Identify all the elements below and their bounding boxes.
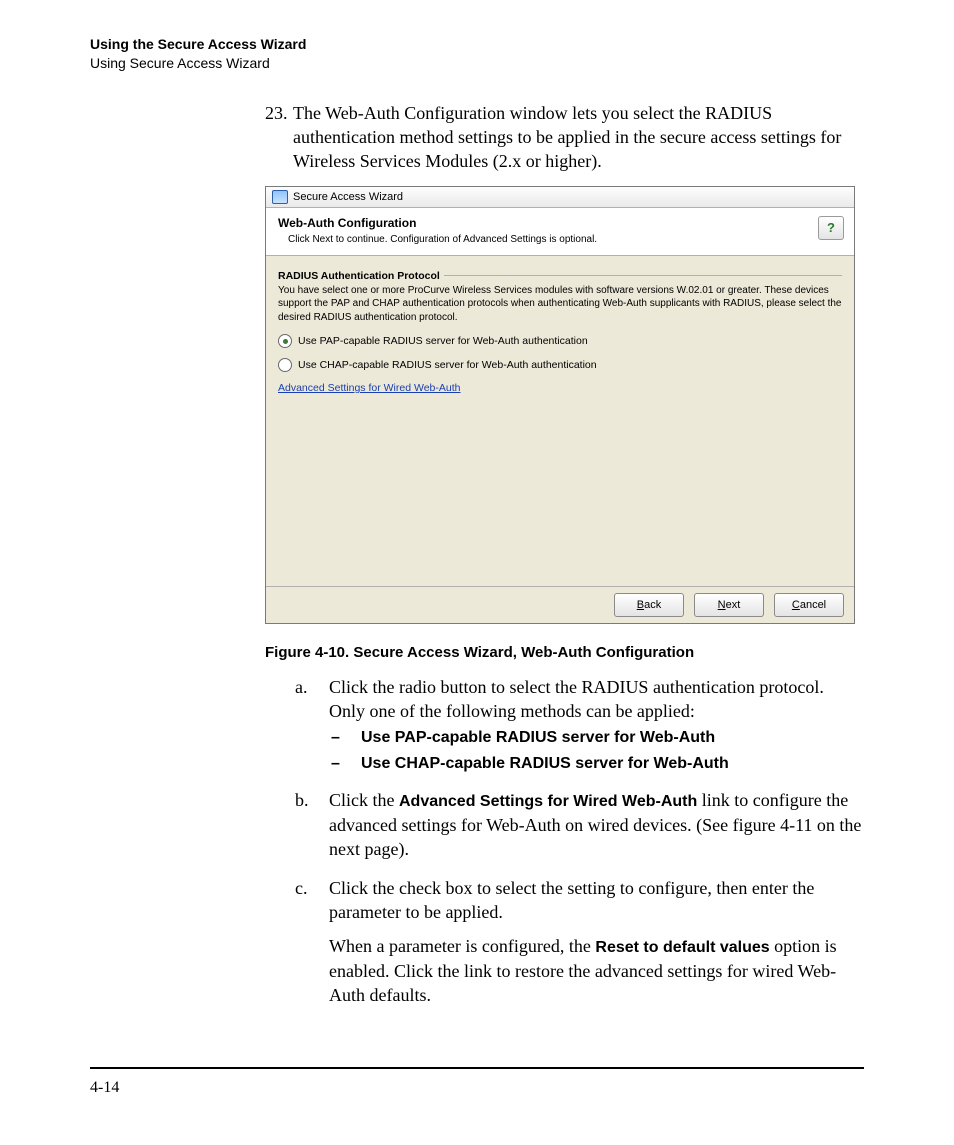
step-text: The Web-Auth Configuration window lets y… [293, 101, 864, 174]
monitor-icon [272, 190, 288, 204]
help-icon: ? [827, 220, 835, 235]
wizard-body: RADIUS Authentication Protocol You have … [266, 256, 854, 586]
item-a-text: Click the radio button to select the RAD… [329, 677, 824, 721]
radio-pap[interactable] [278, 334, 292, 348]
back-rest: ack [644, 599, 661, 611]
help-button[interactable]: ? [818, 216, 844, 240]
radio-chap-row[interactable]: Use CHAP-capable RADIUS server for Web-A… [278, 358, 842, 372]
wizard-panel-title: Web-Auth Configuration [278, 216, 842, 230]
item-c-text2-bold: Reset to default values [595, 939, 769, 956]
cancel-rest: ancel [800, 599, 826, 611]
item-b-label: b. [295, 788, 329, 861]
step-number: 23. [265, 101, 293, 174]
header-subtitle: Using Secure Access Wizard [90, 54, 864, 73]
item-a-label: a. [295, 675, 329, 775]
item-a-dash2: – Use CHAP-capable RADIUS server for Web… [329, 753, 864, 775]
back-underline: B [637, 599, 644, 611]
radio-pap-label: Use PAP-capable RADIUS server for Web-Au… [298, 335, 588, 347]
page-number: 4-14 [90, 1079, 864, 1097]
radio-chap[interactable] [278, 358, 292, 372]
item-b: b. Click the Advanced Settings for Wired… [295, 788, 864, 861]
wizard-footer: Back Next Cancel [266, 586, 854, 623]
wizard-titlebar: Secure Access Wizard [266, 187, 854, 208]
dash-icon: – [329, 727, 361, 749]
item-c-text1: Click the check box to select the settin… [329, 876, 864, 925]
radio-pap-row[interactable]: Use PAP-capable RADIUS server for Web-Au… [278, 334, 842, 348]
wizard-window-title: Secure Access Wizard [293, 191, 403, 203]
dash-icon: – [329, 753, 361, 775]
next-rest: ext [726, 599, 741, 611]
item-c-label: c. [295, 876, 329, 1008]
item-a: a. Click the radio button to select the … [295, 675, 864, 775]
radius-groupbox: RADIUS Authentication Protocol You have … [278, 266, 842, 395]
wizard-window: Secure Access Wizard Web-Auth Configurat… [265, 186, 855, 624]
item-b-pre: Click the [329, 790, 399, 810]
cancel-underline: C [792, 599, 800, 611]
header-title: Using the Secure Access Wizard [90, 35, 864, 54]
wizard-header-panel: Web-Auth Configuration Click Next to con… [266, 208, 854, 256]
next-underline: N [718, 599, 726, 611]
advanced-settings-link[interactable]: Advanced Settings for Wired Web-Auth [278, 382, 460, 394]
instruction-list: a. Click the radio button to select the … [295, 675, 864, 1008]
item-a-dash1-text: Use PAP-capable RADIUS server for Web-Au… [361, 727, 715, 749]
wizard-panel-subtitle: Click Next to continue. Configuration of… [288, 234, 842, 245]
item-a-dash2-text: Use CHAP-capable RADIUS server for Web-A… [361, 753, 729, 775]
groupbox-title: RADIUS Authentication Protocol [278, 270, 444, 282]
next-button[interactable]: Next [694, 593, 764, 617]
radio-chap-label: Use CHAP-capable RADIUS server for Web-A… [298, 359, 597, 371]
item-c-text2-pre: When a parameter is configured, the [329, 936, 595, 956]
figure-caption: Figure 4-10. Secure Access Wizard, Web-A… [265, 644, 864, 661]
back-button[interactable]: Back [614, 593, 684, 617]
item-c: c. Click the check box to select the set… [295, 876, 864, 1008]
item-a-dash1: – Use PAP-capable RADIUS server for Web-… [329, 727, 864, 749]
footer-rule [90, 1067, 864, 1069]
cancel-button[interactable]: Cancel [774, 593, 844, 617]
item-b-bold: Advanced Settings for Wired Web-Auth [399, 793, 697, 810]
step-23: 23. The Web-Auth Configuration window le… [265, 101, 864, 174]
groupbox-description: You have select one or more ProCurve Wir… [278, 284, 842, 325]
page-header: Using the Secure Access Wizard Using Sec… [90, 35, 864, 73]
